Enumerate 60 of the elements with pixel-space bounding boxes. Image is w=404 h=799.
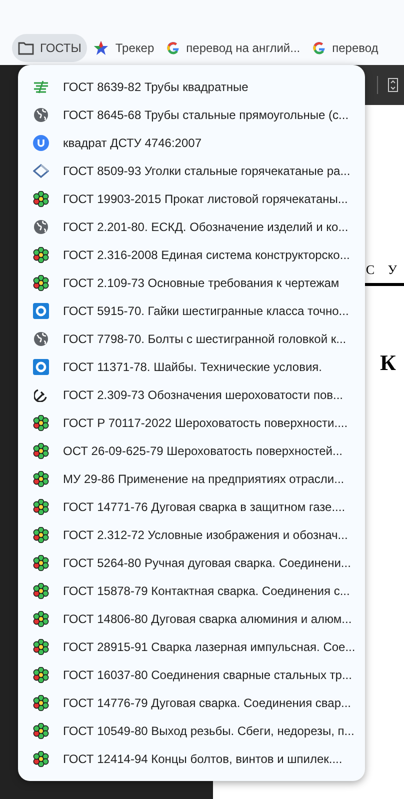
ring-icon — [33, 359, 49, 375]
bookmark-menu-item[interactable]: ГОСТ 8639-82 Трубы квадратные — [18, 73, 365, 101]
bookmark-menu-item[interactable]: ГОСТ 15878-79 Контактная сварка. Соединения с... — [18, 577, 365, 605]
bookmark-menu-item[interactable]: ГОСТ 5915-70. Гайки шестигранные класса точно... — [18, 297, 365, 325]
diamond-icon — [33, 164, 49, 178]
flower-icon — [33, 275, 49, 291]
bookmark-menu-item[interactable]: ГОСТ 19903-2015 Прокат листовой горячекатаны... — [18, 185, 365, 213]
bookmark-menu-item[interactable]: МУ 29-86 Применение на предприятиях отрасли... — [18, 465, 365, 493]
flower-icon — [33, 611, 49, 627]
flower-icon — [33, 415, 49, 431]
letter-g-icon — [166, 40, 180, 54]
flower-icon — [33, 247, 49, 263]
flower-icon — [33, 695, 49, 711]
bookmark-menu-item[interactable]: ГОСТ 2.312-72 Условные изображения и обознач... — [18, 521, 365, 549]
bookmark-menu-item[interactable]: ГОСТ 16037-80 Соединения сварные стальных тр... — [18, 661, 365, 689]
bookmark-menu-item[interactable]: ГОСТ 10549-80 Выход резьбы. Сбеги, недорезы, п... — [18, 717, 365, 745]
bookmark-menu-item[interactable]: ГОСТ 14806-80 Дуговая сварка алюминия и алюм... — [18, 605, 365, 633]
bookmark-menu-item[interactable]: ГОСТ 14776-79 Дуговая сварка. Соединения свар... — [18, 689, 365, 717]
flower-icon — [33, 667, 49, 683]
bookmark-menu-item[interactable]: ГОСТ 14771-76 Дуговая сварка в защитном газе.... — [18, 493, 365, 521]
flower-icon — [33, 527, 49, 543]
flower-icon — [33, 723, 49, 739]
flower-icon — [33, 499, 49, 515]
bookmark-button[interactable]: ГОСТЫ — [12, 34, 88, 62]
flower-icon — [33, 443, 49, 459]
bookmark-menu-item[interactable]: ГОСТ 28915-91 Сварка лазерная импульсная. Сое... — [18, 633, 365, 661]
spin-icon — [388, 78, 398, 92]
bookmark-button[interactable]: Трекер — [87, 34, 160, 62]
bookmark-button[interactable]: перевод — [306, 34, 384, 62]
globe-icon — [33, 331, 49, 347]
flower-icon — [33, 751, 49, 767]
ring-icon — [33, 303, 49, 319]
globe-icon — [33, 219, 49, 235]
flower-icon — [33, 191, 49, 207]
folder-icon — [18, 40, 34, 54]
bookmark-menu-item[interactable]: ГОСТ 8509-93 Уголки стальные горячекатаные ра... — [18, 157, 365, 185]
bookmark-menu-item[interactable]: ГОСТ 2.201-80. ЕСКД. Обозначение изделий и ко... — [18, 213, 365, 241]
flower-icon — [33, 471, 49, 487]
bookmark-menu-item[interactable]: ГОСТ 7798-70. Болты с шестигранной головкой к... — [18, 325, 365, 353]
bookmark-menu-item[interactable]: ОСТ 26-09-625-79 Шероховатость поверхностей... — [18, 437, 365, 465]
bookmark-menu-item[interactable]: ГОСТ 12414-94 Концы болтов, винтов и шпилек.... — [18, 745, 365, 773]
striped-logo-icon — [33, 80, 49, 94]
flower-icon — [33, 583, 49, 599]
letter-g-icon — [312, 40, 326, 54]
flower-icon — [33, 639, 49, 655]
bookmark-menu-item[interactable]: ГОСТ Р 70117-2022 Шероховатость поверхности.... — [18, 409, 365, 437]
title-fragment: К — [380, 348, 397, 376]
flower-icon — [33, 555, 49, 571]
letter-u-icon — [33, 135, 49, 151]
globe-icon — [33, 107, 49, 123]
bookmark-menu-item[interactable]: квадрат ДСТУ 4746:2007 — [18, 129, 365, 157]
bookmark-menu-item[interactable]: ГОСТ 5264-80 Ручная дуговая сварка. Соединени... — [18, 549, 365, 577]
bookmark-menu-item[interactable]: ГОСТ 2.316-2008 Единая система конструкторско... — [18, 241, 365, 269]
bookmark-menu-item[interactable]: ГОСТ 2.309-73 Обозначения шероховатости пов... — [18, 381, 365, 409]
bookmark-menu-item[interactable]: ГОСТ 8645-68 Трубы стальные прямоугольные (с... — [18, 101, 365, 129]
star-icon — [93, 40, 110, 56]
heading-fragment: С У — [366, 261, 403, 279]
bookmark-button[interactable]: перевод на англий... — [160, 34, 306, 62]
bookmark-menu-item[interactable]: ГОСТ 11371-78. Шайбы. Технические условия. — [18, 353, 365, 381]
bookmark-menu-item[interactable]: ГОСТ 2.109-73 Основные требования к чертежам — [18, 269, 365, 297]
